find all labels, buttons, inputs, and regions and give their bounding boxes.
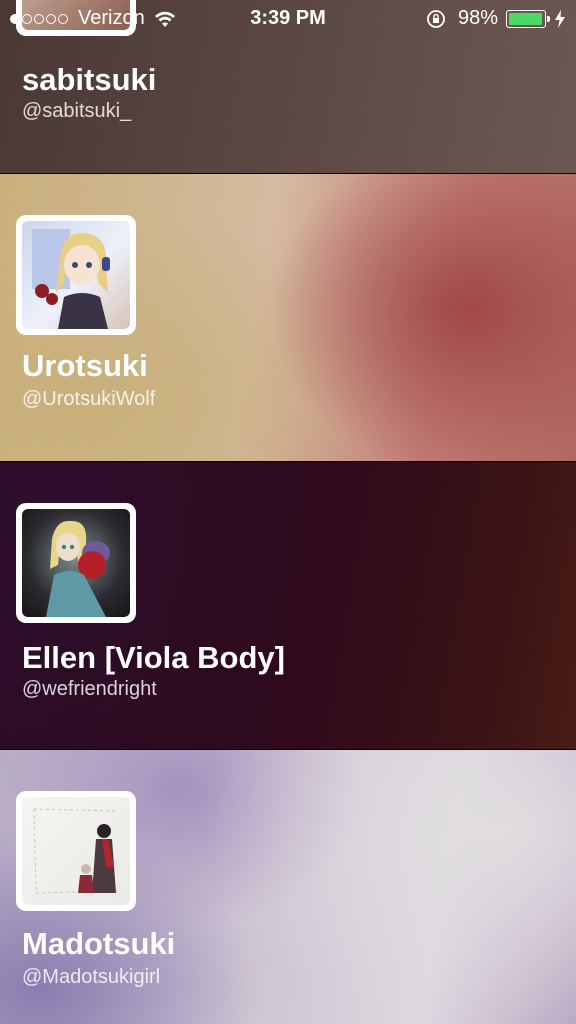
avatar (16, 215, 136, 335)
account-row[interactable]: Ellen [Viola Body] @wefriendright (0, 462, 576, 749)
rotation-lock-icon (427, 9, 445, 28)
battery-percent: 98% (457, 7, 498, 29)
account-name: sabitsuki (22, 62, 157, 97)
account-row[interactable]: Urotsuki @UrotsukiWolf (0, 174, 576, 461)
avatar (16, 791, 136, 911)
status-bar: Verizon 3:39 PM 98% (0, 0, 576, 38)
charging-bolt-icon (555, 9, 565, 28)
account-name: Ellen [Viola Body] (22, 640, 285, 675)
account-name: Urotsuki (22, 348, 148, 383)
account-handle: @sabitsuki_ (22, 100, 132, 122)
account-row[interactable]: Madotsuki @Madotsukigirl (0, 750, 576, 1024)
right-status-group: 98% (426, 7, 566, 30)
account-name: Madotsuki (22, 926, 176, 961)
account-handle: @Madotsukigirl (22, 966, 161, 988)
avatar (16, 503, 136, 623)
account-handle: @UrotsukiWolf (22, 388, 156, 410)
battery-icon (506, 9, 550, 28)
account-handle: @wefriendright (22, 678, 157, 700)
